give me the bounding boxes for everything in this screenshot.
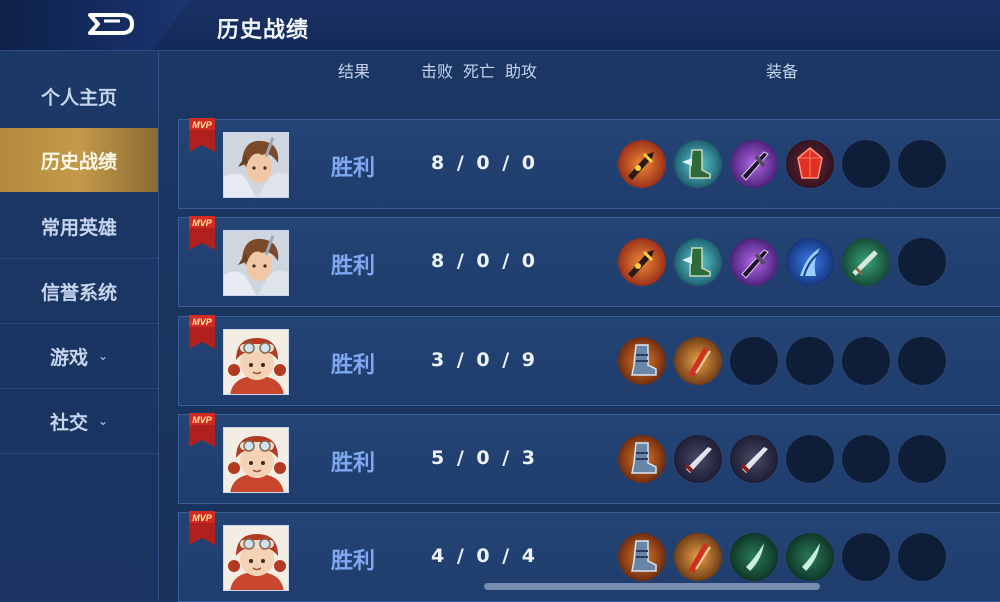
sidebar-item-label: 游戏 bbox=[49, 346, 88, 369]
empty-item-slot bbox=[841, 139, 891, 189]
sidebar-item-label: 信誉系统 bbox=[40, 281, 117, 304]
armor-boots-icon[interactable] bbox=[617, 434, 667, 484]
empty-item-slot bbox=[897, 237, 947, 287]
sidebar-item-history[interactable]: 历史战绩 bbox=[0, 128, 158, 192]
match-result: 胜利 bbox=[331, 451, 376, 476]
back-button[interactable] bbox=[86, 9, 136, 39]
hero-avatar[interactable] bbox=[223, 427, 289, 493]
match-result: 胜利 bbox=[331, 156, 376, 181]
chevron-down-icon: ⌄ bbox=[97, 414, 109, 428]
green-dagger-icon[interactable] bbox=[785, 532, 835, 582]
equipment-slots bbox=[617, 532, 947, 582]
red-crystal-icon[interactable] bbox=[785, 139, 835, 189]
mvp-badge-icon: MVP bbox=[187, 118, 217, 154]
column-assists: 助攻 bbox=[505, 62, 538, 81]
horizontal-scrollbar[interactable] bbox=[484, 583, 820, 590]
match-row[interactable]: MVP 胜利 8 / 0 / 0 bbox=[178, 118, 1000, 209]
flame-blade-icon[interactable] bbox=[617, 237, 667, 287]
green-sword-icon[interactable] bbox=[841, 237, 891, 287]
sidebar-item-game[interactable]: 游戏 ⌄ bbox=[0, 324, 158, 389]
empty-item-slot bbox=[729, 336, 779, 386]
empty-item-slot bbox=[841, 336, 891, 386]
red-claw-icon[interactable] bbox=[673, 336, 723, 386]
page-title: 历史战绩 bbox=[217, 18, 310, 43]
purple-blade-icon[interactable] bbox=[729, 237, 779, 287]
empty-item-slot bbox=[841, 434, 891, 484]
sidebar-item-credit[interactable]: 信誉系统 bbox=[0, 259, 158, 324]
sidebar-item-heroes[interactable]: 常用英雄 bbox=[0, 194, 158, 259]
kda-score: 8 / 0 / 0 bbox=[431, 250, 538, 272]
sidebar-item-label: 个人主页 bbox=[40, 86, 117, 109]
empty-item-slot bbox=[841, 532, 891, 582]
winged-boots-icon[interactable] bbox=[673, 139, 723, 189]
sidebar-item-label: 常用英雄 bbox=[40, 216, 117, 239]
mvp-badge-icon: MVP bbox=[187, 413, 217, 449]
kda-score: 3 / 0 / 9 bbox=[431, 349, 538, 371]
empty-item-slot bbox=[785, 434, 835, 484]
svg-text:MVP: MVP bbox=[192, 513, 213, 523]
kda-score: 5 / 0 / 3 bbox=[431, 447, 538, 469]
purple-blade-icon[interactable] bbox=[729, 139, 779, 189]
mvp-badge-icon: MVP bbox=[187, 315, 217, 351]
chevron-down-icon: ⌄ bbox=[97, 349, 109, 363]
hero-avatar[interactable] bbox=[223, 230, 289, 296]
empty-item-slot bbox=[897, 532, 947, 582]
match-row[interactable]: MVP 胜利 5 / 0 / 3 bbox=[178, 413, 1000, 504]
match-row[interactable]: MVP 胜利 8 / 0 / 0 bbox=[178, 216, 1000, 307]
armor-boots-icon[interactable] bbox=[617, 336, 667, 386]
sidebar-item-label: 历史战绩 bbox=[40, 150, 117, 173]
sidebar-item-label: 社交 bbox=[49, 411, 88, 434]
column-kills: 击败 bbox=[421, 62, 454, 81]
column-deaths: 死亡 bbox=[463, 62, 496, 81]
blue-claw-icon[interactable] bbox=[785, 237, 835, 287]
dagger-icon[interactable] bbox=[673, 434, 723, 484]
kda-score: 8 / 0 / 0 bbox=[431, 152, 538, 174]
winged-boots-icon[interactable] bbox=[673, 237, 723, 287]
armor-boots-icon[interactable] bbox=[617, 532, 667, 582]
green-dagger-icon[interactable] bbox=[729, 532, 779, 582]
equipment-slots bbox=[617, 237, 947, 287]
match-result: 胜利 bbox=[331, 549, 376, 574]
match-result: 胜利 bbox=[331, 353, 376, 378]
kda-score: 4 / 0 / 4 bbox=[431, 545, 538, 567]
svg-text:MVP: MVP bbox=[192, 415, 213, 425]
dagger-icon[interactable] bbox=[729, 434, 779, 484]
mvp-badge-icon: MVP bbox=[187, 511, 217, 547]
hero-avatar[interactable] bbox=[223, 525, 289, 591]
sidebar-item-social[interactable]: 社交 ⌄ bbox=[0, 389, 158, 454]
equipment-slots bbox=[617, 139, 947, 189]
back-arrow-icon bbox=[88, 13, 134, 35]
svg-text:MVP: MVP bbox=[192, 218, 213, 228]
column-equipment: 装备 bbox=[766, 62, 799, 81]
empty-item-slot bbox=[897, 434, 947, 484]
flame-blade-icon[interactable] bbox=[617, 139, 667, 189]
hero-avatar[interactable] bbox=[223, 329, 289, 395]
hero-avatar[interactable] bbox=[223, 132, 289, 198]
empty-item-slot bbox=[785, 336, 835, 386]
match-result: 胜利 bbox=[331, 254, 376, 279]
top-bar: 历史战绩 bbox=[0, 0, 1000, 51]
svg-text:MVP: MVP bbox=[192, 317, 213, 327]
sidebar-item-profile[interactable]: 个人主页 bbox=[0, 64, 158, 129]
equipment-slots bbox=[617, 434, 947, 484]
red-claw-icon[interactable] bbox=[673, 532, 723, 582]
svg-text:MVP: MVP bbox=[192, 120, 213, 130]
column-result: 结果 bbox=[338, 62, 371, 81]
empty-item-slot bbox=[897, 139, 947, 189]
equipment-slots bbox=[617, 336, 947, 386]
empty-item-slot bbox=[897, 336, 947, 386]
sidebar: 个人主页 历史战绩 常用英雄 信誉系统 游戏 ⌄ 社交 ⌄ bbox=[0, 51, 159, 601]
mvp-badge-icon: MVP bbox=[187, 216, 217, 252]
match-row[interactable]: MVP 胜利 3 / 0 / 9 bbox=[178, 315, 1000, 406]
